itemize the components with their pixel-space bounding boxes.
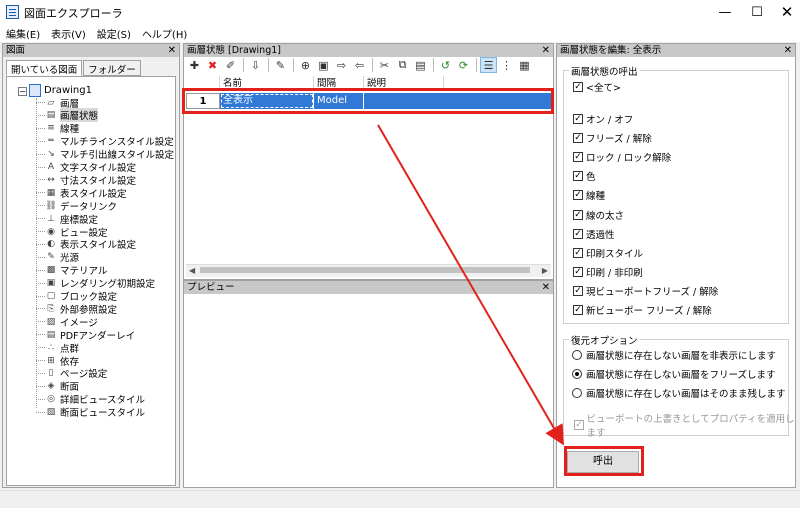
annotation-arrow <box>377 124 565 446</box>
arrow-line <box>377 124 565 446</box>
